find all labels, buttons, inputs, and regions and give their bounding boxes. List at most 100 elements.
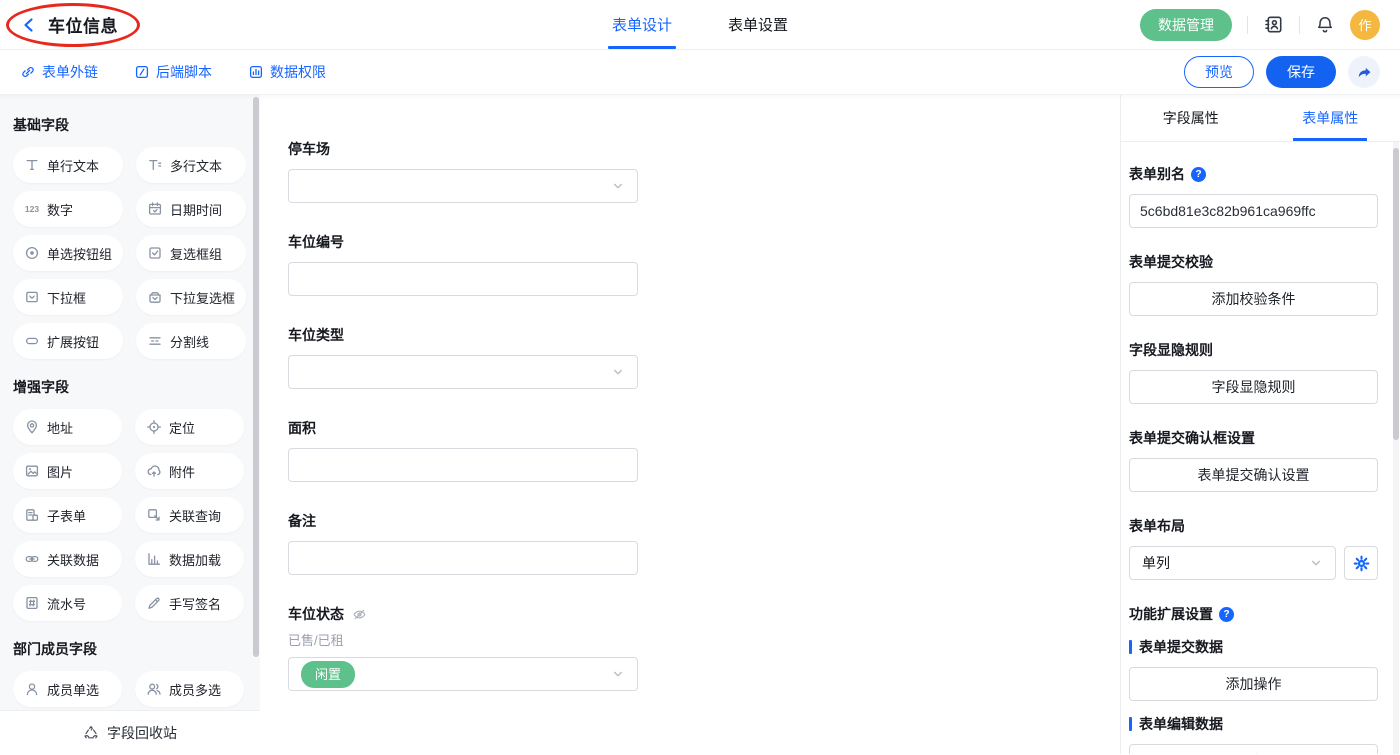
back-button[interactable] (20, 16, 38, 34)
canvas-field-select[interactable]: 闲置 (288, 657, 638, 691)
sidebar-field-pill[interactable]: 123数字 (13, 191, 123, 227)
sidebar-field-pill[interactable]: 成员多选 (135, 671, 244, 707)
tab-form-properties[interactable]: 表单属性 (1261, 95, 1400, 141)
toolbar-link-表单外链[interactable]: 表单外链 (20, 62, 98, 82)
subform-icon (24, 507, 40, 523)
sidebar-field-pill[interactable]: 手写签名 (135, 585, 244, 621)
checkbox-group-icon (147, 245, 163, 261)
panel-action-button[interactable]: 添加校验条件 (1129, 282, 1378, 316)
sidebar-pill-grid: 地址定位图片附件子表单关联查询关联数据 数据加载流水号手写签名 (13, 409, 244, 621)
sidebar-field-pill[interactable]: 下拉复选框 (136, 279, 246, 315)
radio-group-icon (24, 245, 40, 261)
sidebar-field-pill-label: 关联数据 (47, 550, 99, 569)
layout-gear-button[interactable] (1344, 546, 1378, 580)
canvas-field[interactable]: 停车场 (288, 139, 638, 203)
contact-book-icon[interactable] (1263, 14, 1284, 35)
sidebar-section-title: 增强字段 (13, 377, 244, 397)
sidebar-field-pill[interactable]: 定位 (135, 409, 244, 445)
panel-action-button[interactable]: 添加操作 (1129, 744, 1378, 754)
sidebar-field-pill[interactable]: 关联查询 (135, 497, 244, 533)
panel-section: 表单提交校验添加校验条件 (1129, 252, 1378, 316)
canvas-field-input[interactable] (288, 541, 638, 575)
sidebar-field-pill[interactable]: 单行文本 (13, 147, 123, 183)
canvas-field-input[interactable] (288, 262, 638, 296)
address-icon (24, 419, 40, 435)
sidebar-field-pill[interactable]: 分割线 (136, 323, 246, 359)
sidebar-field-pill[interactable]: 图片 (13, 453, 122, 489)
panel-tabs: 字段属性 表单属性 (1121, 95, 1400, 142)
toolbar-link-数据权限[interactable]: 数据权限 (248, 62, 326, 82)
sidebar-field-pill[interactable]: 复选框组 (136, 235, 246, 271)
sidebar-field-pill[interactable]: 成员单选 (13, 671, 122, 707)
panel-action-button[interactable]: 表单提交确认设置 (1129, 458, 1378, 492)
toolbar-link-后端脚本[interactable]: 后端脚本 (134, 62, 212, 82)
panel-scrollbar[interactable] (1393, 142, 1399, 754)
text-multi-icon (147, 157, 163, 173)
question-icon[interactable]: ? (1219, 607, 1234, 622)
tab-field-properties[interactable]: 字段属性 (1121, 95, 1261, 141)
avatar[interactable]: 作 (1350, 10, 1380, 40)
sidebar-field-pill[interactable]: 单选按钮组 (13, 235, 123, 271)
select-icon (24, 289, 40, 305)
panel-text-input[interactable]: 5c6bd81e3c82b961ca969ffc (1129, 194, 1378, 228)
canvas-field[interactable]: 车位编号 (288, 232, 638, 296)
panel-scrollbar-thumb[interactable] (1393, 148, 1399, 440)
panel-section-heading-text: 字段显隐规则 (1129, 340, 1213, 360)
canvas-field[interactable]: 备注 (288, 511, 638, 575)
data-manage-button[interactable]: 数据管理 (1140, 9, 1232, 41)
panel-section-heading-text: 功能扩展设置 (1129, 604, 1213, 624)
tab-form-design[interactable]: 表单设计 (612, 0, 672, 49)
field-recycle-bin-button[interactable]: 字段回收站 (0, 710, 260, 754)
sidebar-field-pill[interactable]: 流水号 (13, 585, 122, 621)
sidebar-scrollbar[interactable] (253, 95, 259, 710)
datetime-icon (147, 201, 163, 217)
panel-section: 表单别名?5c6bd81e3c82b961ca969ffc (1129, 164, 1378, 228)
sidebar-field-pill[interactable]: 多行文本 (136, 147, 246, 183)
canvas-field[interactable]: 车位类型 (288, 325, 638, 389)
toolbar-link-label: 表单外链 (42, 62, 98, 82)
sidebar-section-title: 部门成员字段 (13, 639, 244, 659)
panel-action-button[interactable]: 添加操作 (1129, 667, 1378, 701)
linked-query-icon (146, 507, 162, 523)
canvas-field-label: 车位编号 (288, 232, 638, 252)
sidebar-field-pill[interactable]: 下拉框 (13, 279, 123, 315)
sidebar-field-pill[interactable]: 日期时间 (136, 191, 246, 227)
panel-section-heading: 表单提交确认框设置 (1129, 428, 1378, 448)
panel-section-heading-text: 表单提交校验 (1129, 252, 1213, 272)
sidebar-field-pill[interactable]: 数据加载 (135, 541, 244, 577)
sidebar-section-title: 基础字段 (13, 115, 244, 135)
canvas-field[interactable]: 面积 (288, 418, 638, 482)
sidebar-field-pill[interactable]: 扩展按钮 (13, 323, 123, 359)
form-layout-select[interactable]: 单列 (1129, 546, 1336, 580)
sidebar-field-pill[interactable]: 附件 (135, 453, 244, 489)
canvas-field-select[interactable] (288, 355, 638, 389)
sidebar-field-pill[interactable]: 子表单 (13, 497, 122, 533)
save-button[interactable]: 保存 (1266, 56, 1336, 88)
eye-off-icon[interactable] (352, 607, 367, 622)
sidebar-field-pill-label: 多行文本 (170, 156, 222, 175)
canvas-field-input[interactable] (288, 448, 638, 482)
panel-section: 表单布局单列 (1129, 516, 1378, 580)
canvas-field-select[interactable] (288, 169, 638, 203)
panel-section-heading-text: 表单布局 (1129, 516, 1185, 536)
chevron-down-icon (611, 667, 625, 681)
linked-data-icon (24, 551, 40, 567)
question-icon[interactable]: ? (1191, 167, 1206, 182)
canvas-field-label-text: 车位编号 (288, 232, 344, 252)
tab-form-settings[interactable]: 表单设置 (728, 0, 788, 49)
canvas-field[interactable]: 车位状态已售/已租闲置 (288, 604, 638, 691)
location-icon (146, 419, 162, 435)
share-button[interactable] (1348, 56, 1380, 88)
sidebar-field-pill[interactable]: 关联数据 (13, 541, 122, 577)
sidebar-field-pill[interactable]: 地址 (13, 409, 122, 445)
bell-icon[interactable] (1315, 15, 1335, 35)
sidebar-field-pill-label: 单行文本 (47, 156, 99, 175)
number-icon: 123 (24, 201, 40, 217)
panel-action-button[interactable]: 字段显隐规则 (1129, 370, 1378, 404)
recycle-bin-label: 字段回收站 (107, 723, 177, 743)
preview-button[interactable]: 预览 (1184, 56, 1254, 88)
chevron-down-icon (611, 365, 625, 379)
sidebar-scrollbar-thumb[interactable] (253, 97, 259, 657)
data-load-icon (146, 551, 162, 567)
canvas-field-label: 备注 (288, 511, 638, 531)
